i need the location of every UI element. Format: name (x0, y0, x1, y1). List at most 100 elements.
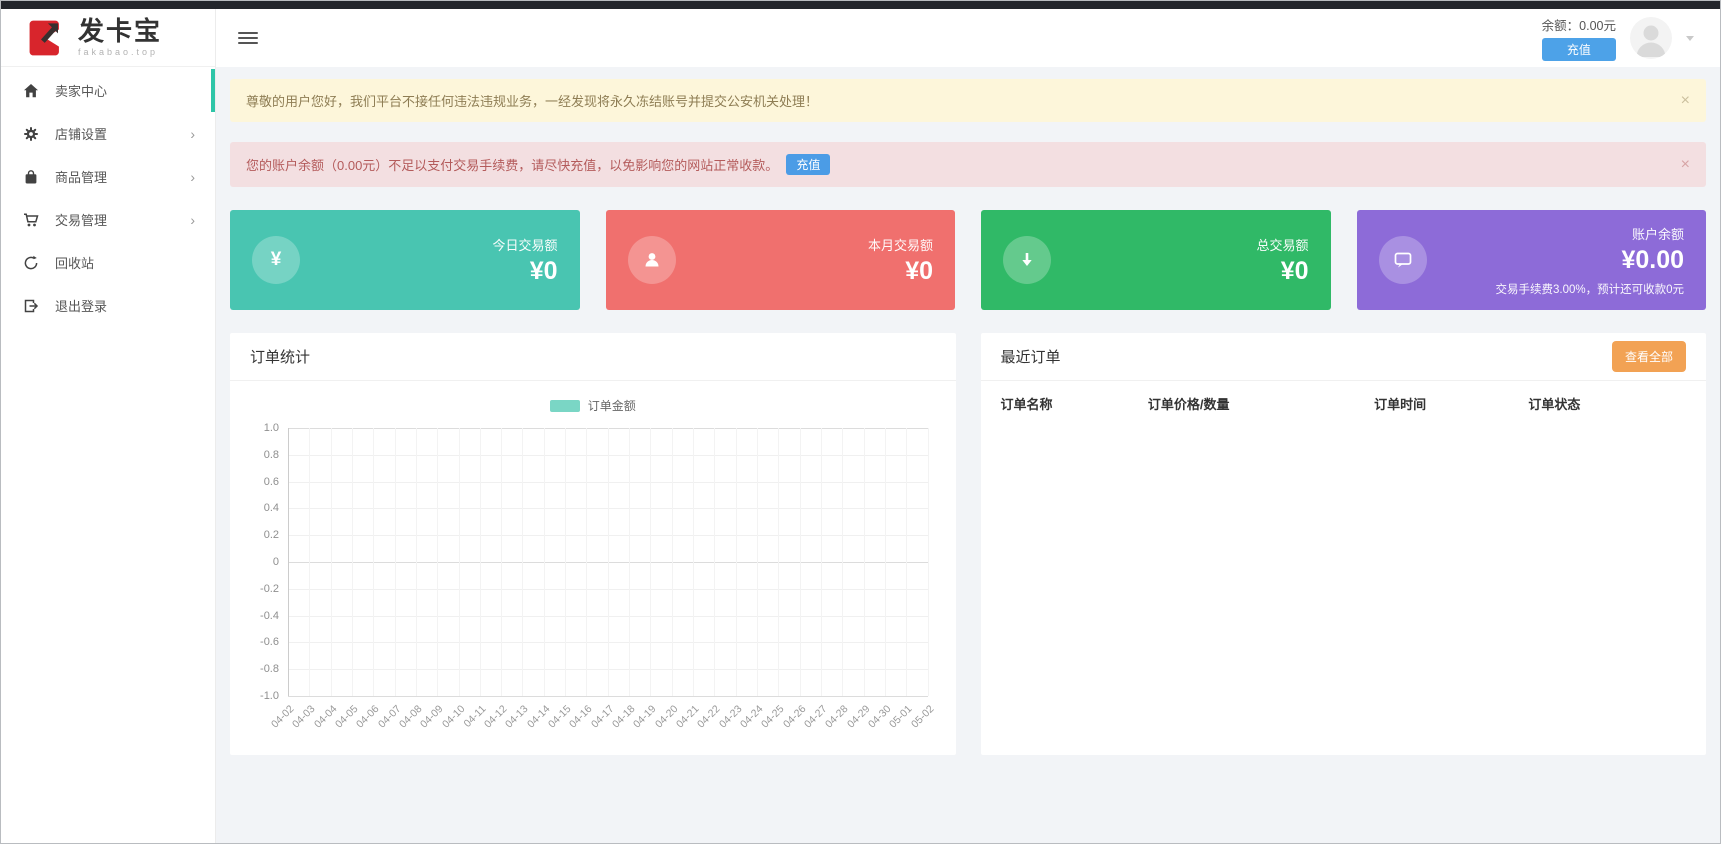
column-header: 订单价格/数量 (1147, 397, 1230, 412)
column-header: 订单名称 (1000, 397, 1053, 412)
alert-recharge-button[interactable]: 充值 (786, 154, 831, 175)
panel-title: 订单统计 (250, 349, 311, 366)
close-icon[interactable]: × (1681, 156, 1690, 173)
sidebar-item-recycle-bin[interactable]: 回收站 (1, 241, 215, 284)
x-tick-label: 04-05 (332, 703, 361, 731)
x-tick-label: 04-12 (482, 703, 510, 731)
grid-line-v (906, 428, 908, 696)
chevron-down-icon[interactable] (1686, 35, 1694, 41)
grid-line-v (479, 428, 481, 696)
x-tick-label: 04-19 (631, 703, 659, 731)
balance-text: 余额：0.00元 (1541, 19, 1616, 33)
sidebar-item-logout[interactable]: 退出登录 (1, 284, 215, 327)
x-tick-label: 04-20 (652, 703, 681, 731)
grid-line-v (884, 428, 886, 696)
y-tick-label: 0 (272, 556, 279, 568)
grid-line-v (458, 428, 460, 696)
grid-line-v (927, 428, 929, 696)
grid-line-v (373, 428, 375, 696)
grid-line-v (501, 428, 503, 696)
stat-card-value: ¥0 (905, 256, 933, 285)
sidebar-item-shop-settings[interactable]: 店铺设置 (1, 112, 215, 155)
grid-line-v (778, 428, 780, 696)
y-tick-label: 0.8 (263, 448, 279, 461)
chart-legend[interactable]: 订单金额 (230, 397, 956, 414)
grid-line-v (437, 428, 439, 696)
x-tick-label: 04-13 (503, 703, 531, 731)
x-tick-label: 04-29 (844, 703, 873, 731)
grid-line-v (522, 428, 524, 696)
stat-card-label: 今日交易额 (492, 237, 558, 253)
chat-icon (1378, 236, 1427, 284)
x-tick-label: 04-27 (801, 703, 830, 731)
stat-cards-row: ¥ 今日交易额 ¥0 本月交易额 ¥0 总交易额 ¥0 账户余额 ¥0.00 交… (230, 210, 1706, 310)
grid-line-v (586, 428, 588, 696)
notice-alert-text: 尊敬的用户您好，我们平台不接任何违法违规业务，一经发现将永久冻结账号并提交公安机… (246, 94, 819, 109)
stat-card-label: 总交易额 (1256, 237, 1309, 253)
grid-line-v (756, 428, 758, 696)
x-tick-label: 04-06 (354, 703, 382, 731)
stat-card-value: ¥0 (529, 256, 558, 285)
grid-line-v (607, 428, 609, 696)
x-tick-label: 04-17 (588, 703, 617, 731)
sidebar-item-label: 交易管理 (55, 213, 108, 228)
sidebar-item-label: 商品管理 (55, 170, 108, 185)
y-tick-label: -0.6 (260, 636, 279, 649)
topbar: 余额：0.00元 充值 (216, 9, 1720, 67)
panel-title: 最近订单 (1000, 349, 1061, 366)
y-tick-label: -1.0 (260, 690, 279, 702)
grid-line-v (330, 428, 332, 696)
chevron-right-icon (190, 213, 195, 227)
x-tick-label: 04-30 (865, 703, 894, 731)
stat-card-value: ¥0 (1280, 256, 1309, 285)
y-tick-label: 1.0 (263, 422, 279, 434)
stat-card-balance: 账户余额 ¥0.00 交易手续费3.00%，预计还可收款0元 (1356, 210, 1706, 310)
grid-line-v (650, 428, 652, 696)
recharge-button[interactable]: 充值 (1541, 38, 1616, 61)
x-tick-label: 04-26 (780, 703, 809, 731)
y-tick-label: 0.4 (263, 502, 279, 515)
order-stats-panel: 订单统计 订单金额 1.0 0.8 0.6 0.4 0.2 0 -0.2 -0.4 -0.6 -0… (230, 333, 956, 755)
sidebar-item-seller-center[interactable]: 卖家中心 (1, 69, 215, 112)
sidebar-item-label: 店铺设置 (55, 127, 108, 142)
x-tick-label: 04-03 (290, 703, 318, 731)
brand-logo-icon (25, 16, 69, 60)
x-tick-label: 04-04 (311, 703, 340, 731)
grid-line-v (565, 428, 567, 696)
stat-card-label: 账户余额 (1631, 226, 1684, 242)
grid-line-v (394, 428, 396, 696)
legend-label: 订单金额 (587, 399, 636, 413)
grid-line-v (629, 428, 631, 696)
sidebar-item-trade-management[interactable]: 交易管理 (1, 198, 215, 241)
grid-line-v (863, 428, 865, 696)
x-tick-label: 05-02 (908, 703, 936, 731)
sidebar-menu: 卖家中心 店铺设置 商品管理 (1, 67, 215, 327)
sidebar-item-product-management[interactable]: 商品管理 (1, 155, 215, 198)
grid-line-v (842, 428, 844, 696)
grid-line-v (288, 428, 289, 696)
grid-line-v (714, 428, 716, 696)
grid-line-v (415, 428, 417, 696)
cart-icon (23, 212, 39, 228)
logout-icon (23, 298, 39, 314)
x-tick-label: 04-21 (674, 703, 702, 731)
x-tick-label: 04-09 (418, 703, 446, 731)
y-tick-label: 0.2 (263, 529, 279, 542)
close-icon[interactable]: × (1681, 92, 1690, 109)
y-tick-label: -0.8 (260, 663, 279, 676)
yen-icon: ¥ (252, 236, 300, 284)
chevron-right-icon (190, 127, 195, 141)
x-tick-label: 04-22 (695, 703, 723, 731)
y-tick-label: -0.4 (260, 609, 279, 622)
x-tick-label: 04-02 (269, 703, 297, 731)
view-all-button[interactable]: 查看全部 (1611, 341, 1686, 372)
avatar[interactable] (1630, 17, 1672, 59)
menu-toggle-icon[interactable] (238, 32, 258, 44)
arrow-down-icon (1003, 236, 1051, 284)
recent-orders-panel: 最近订单 查看全部 订单名称 订单价格/数量 订单时间 订单状态 (980, 333, 1707, 755)
stat-card-total: 总交易额 ¥0 (981, 210, 1331, 310)
orders-table-body (981, 423, 1707, 755)
active-indicator (211, 69, 215, 112)
x-tick-label: 04-18 (610, 703, 638, 731)
recycle-icon (23, 255, 39, 271)
